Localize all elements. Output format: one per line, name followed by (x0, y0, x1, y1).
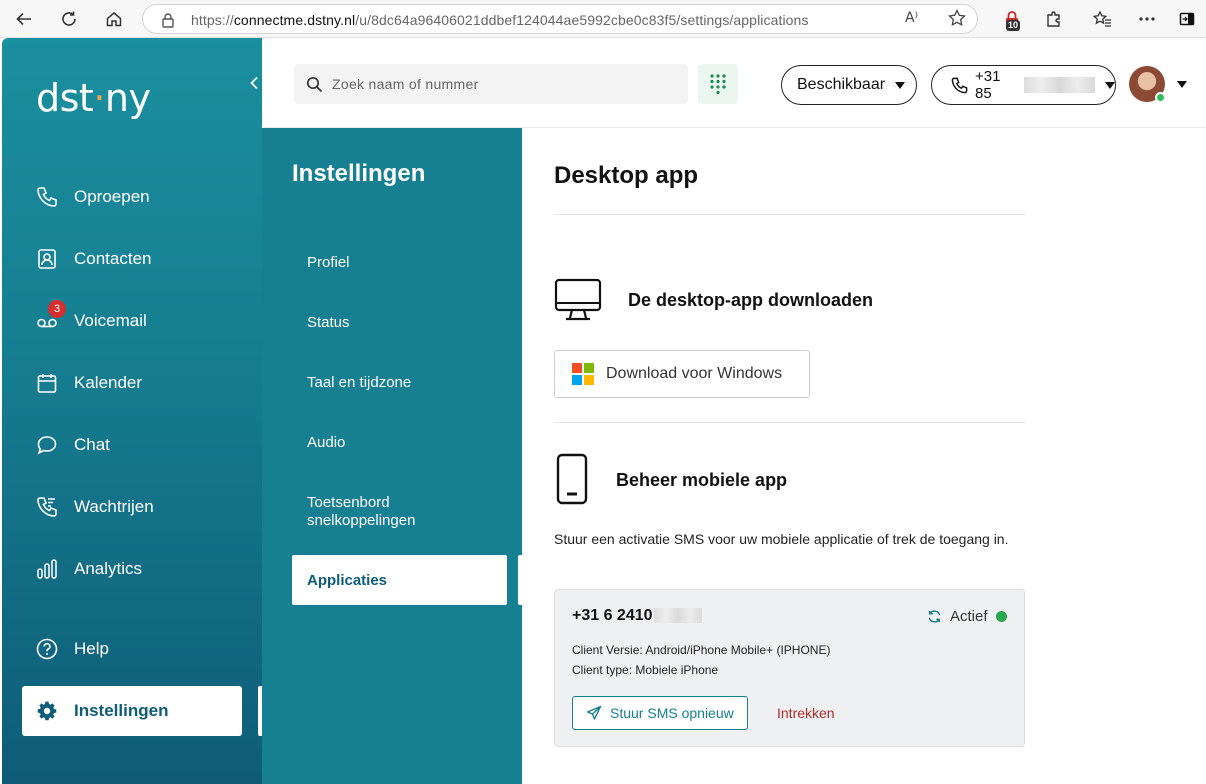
page-title: Desktop app (554, 162, 699, 189)
settings-sidebar: Instellingen Profiel Status Taal en tijd… (262, 128, 522, 784)
settings-item-sneltoetsen[interactable]: Toetsenbord snelkoppelingen (292, 494, 452, 530)
read-aloud-icon[interactable]: A⁾ (905, 10, 918, 26)
sidebar-toggle-icon[interactable] (1175, 7, 1199, 31)
device-number: +31 6 2410 (572, 607, 702, 625)
availability-dropdown[interactable]: Beschikbaar (781, 65, 917, 105)
back-icon[interactable] (12, 7, 36, 31)
dialpad-icon (710, 74, 726, 95)
client-type: Client type: Mobiele iPhone (572, 663, 719, 677)
availability-label: Beschikbaar (797, 76, 886, 93)
nav-item-oproepen[interactable]: Oproepen (22, 173, 242, 221)
nav-label: Analytics (74, 559, 143, 578)
send-icon (586, 705, 602, 721)
nav-item-analytics[interactable]: Analytics (22, 545, 242, 593)
dstny-logo: dst·ny (36, 76, 151, 120)
applications-panel: Desktop app De desktop-app downloaden Do… (522, 128, 1206, 784)
extensions-puzzle-icon[interactable] (1042, 7, 1066, 31)
nav-item-wachtrijen[interactable]: Wachtrijen (22, 483, 242, 531)
mobile-app-heading: Beheer mobiele app (616, 470, 788, 490)
settings-item-applicaties[interactable]: Applicaties (292, 555, 507, 605)
app-window: dst·ny Oproepen Contacten 3 Voicemail Ka… (2, 38, 1206, 784)
desktop-monitor-icon (554, 278, 602, 327)
nav-item-chat[interactable]: Chat (22, 421, 242, 469)
nav-item-instellingen[interactable]: Instellingen (22, 686, 242, 736)
queue-phone-icon (34, 494, 60, 520)
caller-id-number: +31 85 (975, 68, 1001, 102)
status-text: Actief (950, 608, 988, 625)
phone-icon (34, 184, 60, 210)
nav-item-kalender[interactable]: Kalender (22, 359, 242, 407)
settings-item-status[interactable]: Status (292, 314, 507, 331)
more-menu-icon[interactable] (1135, 7, 1159, 31)
nav-label: Wachtrijen (74, 497, 154, 516)
resend-sms-label: Stuur SMS opnieuw (610, 705, 734, 721)
phone-icon (950, 76, 969, 95)
address-bar[interactable]: https://connectme.dstny.nl/u/8dc64a96406… (142, 4, 978, 34)
client-version: Client Versie: Android/iPhone Mobile+ (I… (572, 643, 831, 657)
main-sidebar: dst·ny Oproepen Contacten 3 Voicemail Ka… (2, 38, 262, 784)
resend-sms-button[interactable]: Stuur SMS opnieuw (572, 696, 748, 730)
redacted-digits (653, 608, 702, 624)
nav-label: Chat (74, 435, 110, 454)
device-status: Actief (927, 608, 1007, 625)
redacted-number (1023, 77, 1095, 93)
favorite-star-icon[interactable] (947, 8, 967, 33)
home-icon[interactable] (102, 7, 126, 31)
favorites-list-icon[interactable] (1090, 7, 1114, 31)
desktop-download-heading: De desktop-app downloaden (628, 290, 874, 310)
download-windows-button[interactable]: Download voor Windows (554, 350, 810, 398)
mobile-phone-icon (556, 453, 588, 510)
settings-item-profiel[interactable]: Profiel (292, 254, 507, 271)
online-status-dot (1155, 92, 1166, 103)
voicemail-count-badge: 3 (48, 300, 66, 318)
chevron-down-icon (1105, 81, 1115, 89)
nav-label: Instellingen (74, 701, 169, 720)
gear-icon (34, 698, 60, 724)
extension-badge: 10 (1006, 20, 1021, 31)
contacts-icon (34, 246, 60, 272)
collapse-sidebar-icon[interactable] (246, 68, 262, 98)
search-box (294, 64, 688, 104)
nav-label: Contacten (74, 249, 152, 268)
top-header: Beschikbaar +31 85 (262, 38, 1206, 128)
analytics-bars-icon (34, 556, 60, 582)
help-icon (34, 636, 60, 662)
lock-icon (161, 12, 175, 33)
search-input[interactable] (332, 64, 672, 104)
mobile-description: Stuur een activatie SMS voor uw mobiele … (554, 531, 1009, 547)
search-icon (306, 76, 323, 98)
nav-item-contacten[interactable]: Contacten (22, 235, 242, 283)
nav-label: Kalender (74, 373, 143, 392)
settings-title: Instellingen (292, 160, 426, 187)
nav-item-voicemail[interactable]: 3 Voicemail (22, 297, 242, 345)
url-text: https://connectme.dstny.nl/u/8dc64a96406… (191, 12, 809, 28)
nav-label: Help (74, 639, 109, 658)
refresh-icon[interactable] (57, 7, 81, 31)
chevron-down-icon (895, 81, 906, 89)
nav-item-help[interactable]: Help (22, 625, 242, 673)
chat-icon (34, 432, 60, 458)
nav-label: Voicemail (74, 311, 147, 330)
caller-id-dropdown[interactable]: +31 85 (931, 65, 1116, 105)
avatar[interactable] (1129, 66, 1166, 103)
device-card: +31 6 2410 Actief Client Versie: Android… (554, 589, 1025, 747)
browser-toolbar: https://connectme.dstny.nl/u/8dc64a96406… (0, 0, 1206, 38)
dialpad-button[interactable] (698, 64, 738, 104)
settings-item-audio[interactable]: Audio (292, 434, 507, 451)
sync-icon[interactable] (927, 609, 942, 624)
profile-menu-chevron-icon[interactable] (1177, 81, 1187, 88)
status-active-dot (995, 611, 1007, 622)
voicemail-icon: 3 (34, 300, 66, 334)
download-button-label: Download voor Windows (606, 365, 783, 382)
calendar-icon (34, 370, 60, 396)
windows-logo-icon (572, 363, 594, 385)
divider (554, 214, 1025, 215)
revoke-link[interactable]: Intrekken (777, 705, 835, 721)
divider (554, 422, 1025, 423)
settings-item-taal[interactable]: Taal en tijdzone (292, 374, 507, 391)
nav-label: Oproepen (74, 187, 150, 206)
